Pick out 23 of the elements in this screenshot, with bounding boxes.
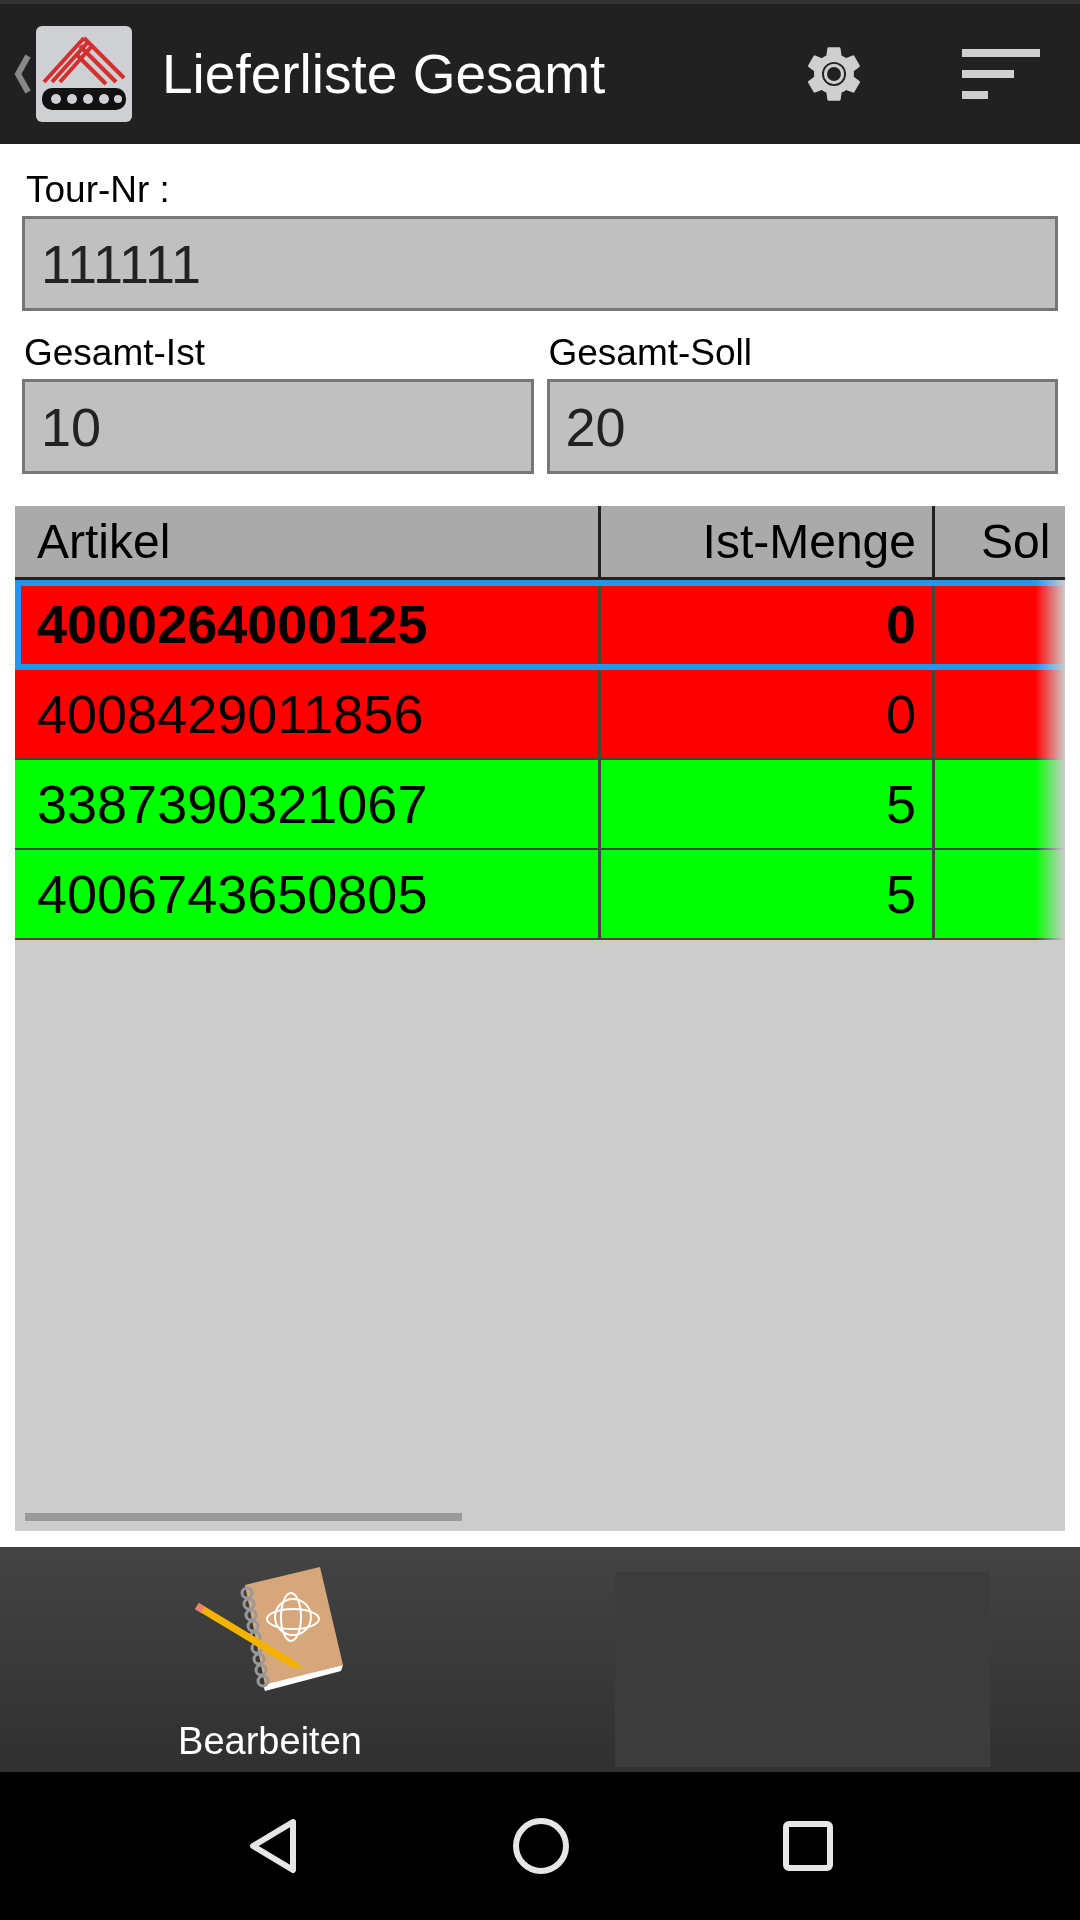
field-label: Gesamt-Ist	[24, 331, 206, 375]
app-logo-icon[interactable]	[36, 26, 132, 122]
table-row[interactable]: 4006743650805 5	[15, 850, 1065, 940]
column-header[interactable]: Ist-Menge	[601, 506, 935, 577]
column-header[interactable]: Artikel	[15, 506, 601, 577]
table-row[interactable]: 4000264000125 0	[15, 580, 1065, 670]
home-icon[interactable]	[513, 1818, 569, 1874]
tour-number-field[interactable]: 111111	[22, 216, 1058, 311]
sort-menu-icon[interactable]	[962, 49, 1040, 99]
table-row[interactable]: 4008429011856 0	[15, 670, 1065, 760]
total-field[interactable]: 20	[546, 379, 1058, 474]
table-cell: 4006743650805	[15, 850, 601, 938]
total-field[interactable]: 10	[22, 379, 534, 474]
table-cell: 5	[601, 850, 935, 938]
back-chevron-icon[interactable]	[12, 54, 32, 94]
screen-title: Lieferliste Gesamt	[162, 41, 607, 107]
field-label: Gesamt-Soll	[548, 331, 754, 375]
field-label: Tour-Nr :	[26, 168, 171, 212]
column-header[interactable]: Sol	[935, 506, 1065, 577]
back-icon[interactable]	[247, 1818, 299, 1874]
table-row[interactable]: 3387390321067 5	[15, 760, 1065, 850]
scroll-bar[interactable]	[25, 1513, 462, 1521]
recents-icon[interactable]	[783, 1821, 833, 1871]
